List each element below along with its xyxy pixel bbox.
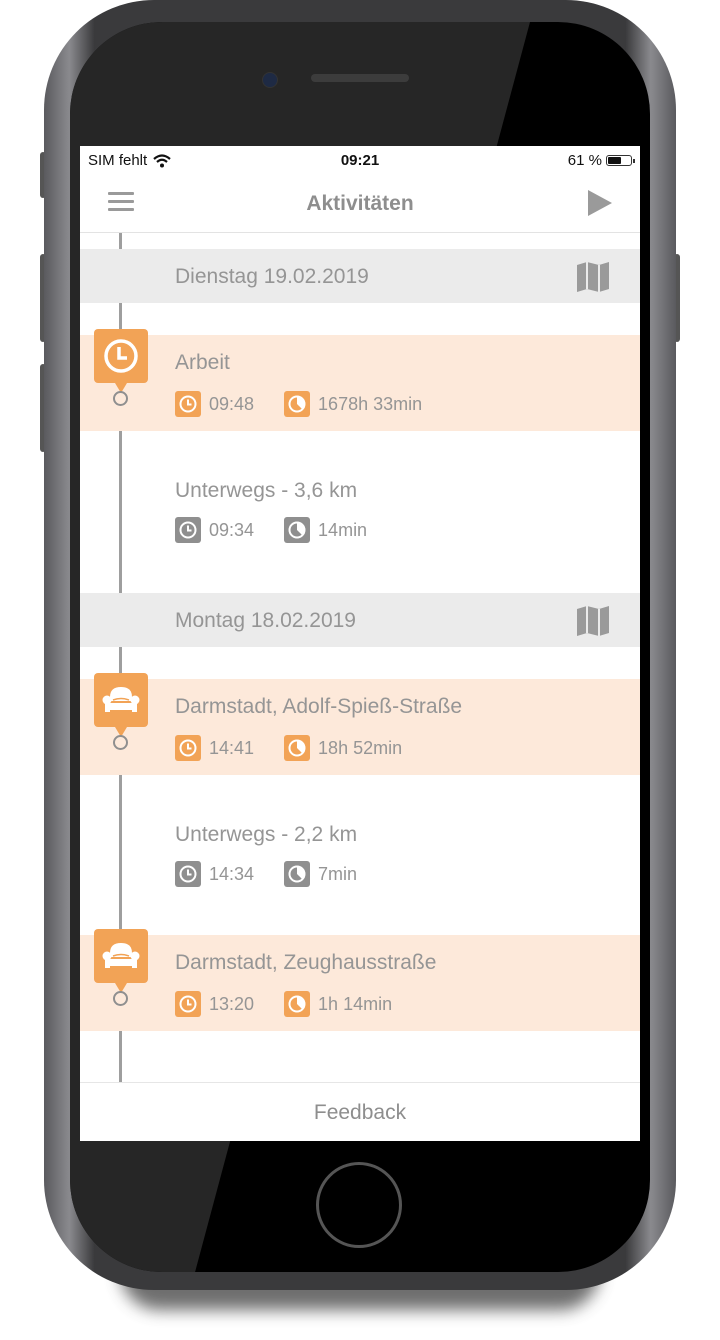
timeline-node xyxy=(113,391,128,406)
app-screen: SIM fehlt 09:21 61 % Aktivitäten Diensta… xyxy=(80,146,640,1141)
earpiece-speaker xyxy=(311,74,409,82)
armchair-icon xyxy=(94,673,148,737)
entry-title: Arbeit xyxy=(175,351,230,374)
start-time: 14:41 xyxy=(209,737,255,758)
map-icon[interactable] xyxy=(576,605,610,637)
timeline-node xyxy=(113,735,128,750)
battery-percent: 61 % xyxy=(567,152,602,169)
stay-entry[interactable]: Darmstadt, Adolf-Spieß-Straße 14:41 18h … xyxy=(80,679,640,775)
page-title: Aktivitäten xyxy=(306,192,414,215)
start-time-icon xyxy=(175,517,201,543)
duration: 1678h 33min xyxy=(318,393,423,414)
front-camera xyxy=(262,72,278,88)
duration: 14min xyxy=(318,519,368,540)
duration: 1h 14min xyxy=(318,993,393,1014)
duration: 18h 52min xyxy=(318,737,403,758)
play-icon[interactable] xyxy=(588,190,612,216)
start-time: 09:34 xyxy=(209,519,255,540)
stay-entry[interactable]: Darmstadt, Zeughausstraße 13:20 1h 14min xyxy=(80,935,640,1031)
battery-icon xyxy=(606,155,635,166)
map-icon[interactable] xyxy=(576,261,610,293)
start-time-icon xyxy=(175,735,201,761)
move-entry[interactable]: Unterwegs - 3,6 km 09:34 14min xyxy=(80,431,640,561)
duration-icon xyxy=(284,391,311,417)
start-time-icon xyxy=(175,861,201,887)
entry-title: Unterwegs - 3,6 km xyxy=(175,479,358,502)
day-header: Dienstag 19.02.2019 xyxy=(80,249,640,303)
start-time: 13:20 xyxy=(209,993,255,1014)
day-label: Dienstag 19.02.2019 xyxy=(175,265,369,288)
activity-list[interactable]: Dienstag 19.02.2019 Arbeit 09:48 1678h 3… xyxy=(80,233,640,1082)
feedback-label: Feedback xyxy=(313,1101,407,1124)
start-time-icon xyxy=(175,991,201,1017)
duration-icon xyxy=(284,735,311,761)
start-time: 14:34 xyxy=(209,863,255,884)
timeline-node xyxy=(113,991,128,1006)
home-button[interactable] xyxy=(316,1162,402,1248)
duration: 7min xyxy=(318,863,358,884)
stay-entry[interactable]: Arbeit 09:48 1678h 33min xyxy=(80,335,640,431)
move-entry[interactable]: Unterwegs - 2,2 km 14:34 7min xyxy=(80,775,640,905)
status-bar: SIM fehlt 09:21 61 % xyxy=(80,146,640,174)
feedback-button[interactable]: Feedback xyxy=(80,1082,640,1141)
clock-icon xyxy=(94,329,148,393)
duration-icon xyxy=(284,517,311,543)
entry-title: Darmstadt, Zeughausstraße xyxy=(175,951,437,974)
clock-label: 09:21 xyxy=(340,152,380,169)
entry-title: Darmstadt, Adolf-Spieß-Straße xyxy=(175,695,463,718)
navigation-bar: Aktivitäten xyxy=(80,174,640,233)
start-time-icon xyxy=(175,391,201,417)
start-time: 09:48 xyxy=(209,393,255,414)
day-label: Montag 18.02.2019 xyxy=(175,609,356,632)
day-header: Montag 18.02.2019 xyxy=(80,593,640,647)
entry-title: Unterwegs - 2,2 km xyxy=(175,823,358,846)
duration-icon xyxy=(284,861,311,887)
duration-icon xyxy=(284,991,311,1017)
armchair-icon xyxy=(94,929,148,993)
